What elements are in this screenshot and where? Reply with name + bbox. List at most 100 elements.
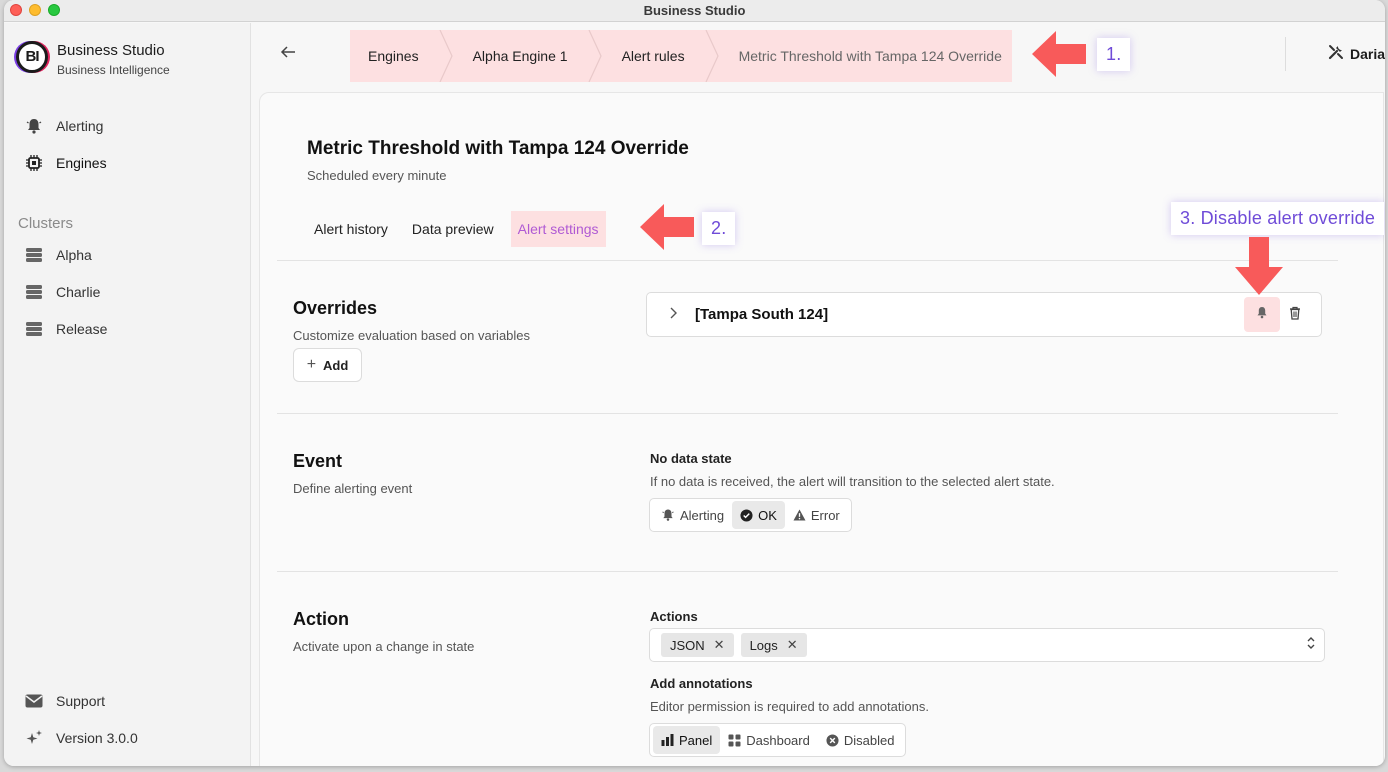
title-bar: Business Studio [4,0,1385,22]
sidebar-item-label: Charlie [56,284,101,300]
chip-label: Logs [749,637,778,653]
override-item[interactable]: [Tampa South 124] [646,292,1322,337]
database-icon [24,320,44,338]
tab-data-preview[interactable]: Data preview [405,211,501,247]
sidebar-item-charlie[interactable]: Charlie [24,280,100,304]
sidebar-item-release[interactable]: Release [24,317,107,341]
bell-ring-icon [661,508,675,522]
breadcrumb-current: Metric Threshold with Tampa 124 Override [738,48,1002,64]
action-chip-logs: Logs ✕ [740,633,807,657]
tab-alert-settings[interactable]: Alert settings [510,211,606,247]
sidebar-item-label: Engines [56,155,107,171]
state-option-label: Alerting [680,507,725,523]
annotation-option-disabled[interactable]: Disabled [818,726,903,754]
top-bar: Engines Alpha Engine 1 Alert rules Metri… [252,23,1385,87]
sidebar: BI Business Studio Business Intelligence… [4,23,251,766]
warning-icon [793,509,806,521]
sidebar-item-label: Version 3.0.0 [56,730,138,746]
state-option-alerting[interactable]: Alerting [653,501,732,529]
breadcrumb-separator-icon [703,30,721,82]
annotation-arrow-down-icon [1235,237,1283,295]
page-subtitle: Scheduled every minute [307,168,447,183]
breadcrumb-separator-icon [586,30,604,82]
add-override-button[interactable]: + Add [293,348,362,382]
page-title: Metric Threshold with Tampa 124 Override [307,138,689,159]
app-window: Business Studio BI Business Studio Busin… [4,0,1385,766]
annotation-option-label: Disabled [843,732,895,748]
disable-override-button[interactable] [1244,297,1280,332]
state-option-ok[interactable]: OK [732,501,785,529]
brand-logo: BI [16,41,48,73]
breadcrumb-engines[interactable]: Engines [350,30,437,82]
no-data-state-selector: Alerting OK Error [649,498,852,532]
delete-override-button[interactable] [1284,304,1306,326]
tools-icon [1328,44,1344,65]
action-chip-json: JSON ✕ [661,633,734,657]
x-circle-icon [826,733,839,747]
breadcrumb-engine[interactable]: Alpha Engine 1 [455,30,586,82]
event-description: Define alerting event [293,481,413,496]
divider [277,571,1338,572]
chevron-up-down-icon[interactable] [1306,636,1316,651]
sidebar-item-label: Release [56,321,108,337]
actions-multiselect[interactable]: JSON ✕ Logs ✕ [649,628,1325,662]
back-arrow-icon[interactable] [280,43,296,64]
no-data-state-help: If no data is received, the alert will t… [650,474,1055,489]
plus-icon: + [306,356,317,373]
divider [277,260,1338,261]
divider [277,413,1338,414]
main-content: Metric Threshold with Tampa 124 Override… [259,92,1384,766]
sidebar-item-engines[interactable]: Engines [24,151,107,175]
remove-chip-icon[interactable]: ✕ [787,637,798,653]
annotation-option-label: Dashboard [746,732,810,748]
state-option-error[interactable]: Error [785,501,848,529]
annotation-option-panel[interactable]: Panel [653,726,721,754]
tab-bar: Alert history Data preview Alert setting… [307,211,616,247]
sidebar-item-label: Support [56,693,106,709]
sidebar-item-alerting[interactable]: Alerting [24,114,103,138]
database-icon [24,283,44,301]
sidebar-item-version[interactable]: Version 3.0.0 [24,726,138,750]
state-option-label: OK [758,507,777,523]
user-menu[interactable]: Daria [1285,37,1385,71]
overrides-description: Customize evaluation based on variables [293,328,531,343]
annotations-selector: Panel Dashboard Disabled [649,723,907,757]
annotation-step-1: 1. [1097,38,1131,71]
actions-label: Actions [650,609,698,624]
annotation-step-3: 3. Disable alert override [1171,202,1385,235]
add-override-label: Add [323,357,349,373]
brand-subtitle: Business Intelligence [57,63,170,77]
tab-alert-history[interactable]: Alert history [307,211,395,247]
check-circle-icon [740,508,753,522]
override-name: [Tampa South 124] [695,306,829,323]
state-option-label: Error [810,507,840,523]
grid-icon [728,734,741,747]
annotation-arrow-left-icon [640,204,694,250]
add-annotations-label: Add annotations [650,676,753,691]
sidebar-item-alpha[interactable]: Alpha [24,243,92,267]
sparkle-icon [24,729,44,747]
bell-icon [24,117,44,135]
annotation-step-2: 2. [702,212,736,245]
sidebar-item-support[interactable]: Support [24,689,105,713]
bell-icon [1256,306,1268,324]
breadcrumb-separator-icon [437,30,455,82]
window-title: Business Studio [643,3,746,18]
chip-icon [24,154,44,172]
overrides-title: Overrides [293,298,378,318]
sidebar-item-label: Alpha [56,247,92,263]
breadcrumb-alert-rules[interactable]: Alert rules [604,30,703,82]
sidebar-item-label: Alerting [56,118,104,134]
annotation-arrow-left-icon [1032,31,1086,77]
chip-label: JSON [670,637,705,653]
database-icon [24,246,44,264]
user-name: Daria [1349,46,1385,62]
clusters-section-label: Clusters [18,215,74,232]
action-description: Activate upon a change in state [293,639,475,654]
bar-chart-icon [661,734,674,746]
remove-chip-icon[interactable]: ✕ [714,637,725,653]
annotation-option-dashboard[interactable]: Dashboard [720,726,818,754]
chevron-right-icon[interactable] [669,306,677,322]
envelope-icon [24,692,44,710]
action-title: Action [293,609,349,629]
